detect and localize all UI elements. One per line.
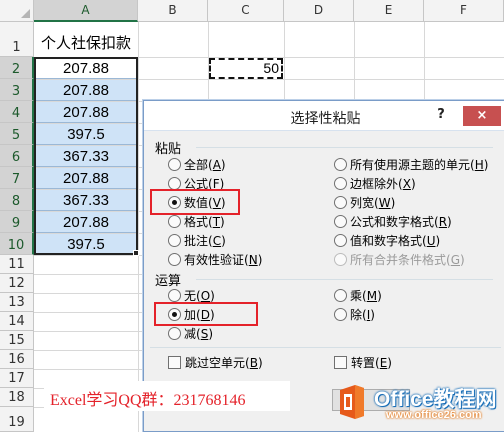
row-header-9[interactable]: 9 [0,211,34,233]
radio-op-multiply[interactable]: 乘(M) [334,287,382,305]
row-header-15[interactable]: 15 [0,331,34,350]
row-header-17[interactable]: 17 [0,369,34,388]
cell-a1[interactable]: 个人社保扣款 [35,31,137,55]
column-header-c[interactable]: C [208,0,284,22]
radio-paste-comments[interactable]: 批注(C) [168,232,226,250]
row-header-19[interactable]: 19 [0,407,34,432]
office-logo-url: www.office26.com [386,409,482,421]
column-header-b[interactable]: B [138,0,208,22]
paste-group-label: 粘贴 [155,142,182,157]
cell-a3[interactable]: 207.88 [35,80,137,101]
office-logo: Office教程网 www.office26.com [334,382,504,426]
row-header-10[interactable]: 10 [0,233,34,255]
cell-a2[interactable]: 207.88 [35,58,137,79]
radio-paste-formulas[interactable]: 公式(F) [168,175,224,193]
help-button[interactable]: ? [430,105,452,125]
close-button[interactable]: × [463,106,501,126]
row-header-13[interactable]: 13 [0,293,34,312]
row-header-2[interactable]: 2 [0,57,34,79]
radio-paste-column-widths[interactable]: 列宽(W) [334,194,395,212]
checkbox-transpose[interactable]: 转置(E) [334,354,392,372]
radio-paste-values-number-formats[interactable]: 值和数字格式(U) [334,232,440,250]
radio-op-divide[interactable]: 除(I) [334,306,375,324]
row-header-3[interactable]: 3 [0,79,34,101]
row-header-8[interactable]: 8 [0,189,34,211]
row-header-11[interactable]: 11 [0,255,34,274]
radio-paste-all[interactable]: 全部(A) [168,156,226,174]
row-header-6[interactable]: 6 [0,145,34,167]
select-all-triangle-icon [21,9,30,18]
office-logo-icon [340,385,364,419]
radio-op-add[interactable]: 加(D) [168,306,215,324]
row-header-18[interactable]: 18 [0,388,34,407]
radio-paste-except-borders[interactable]: 边框除外(X) [334,175,416,193]
cell-a6[interactable]: 367.33 [35,146,137,167]
cell-a4[interactable]: 207.88 [35,102,137,123]
cell-a7[interactable]: 207.88 [35,168,137,189]
cell-a9[interactable]: 207.88 [35,212,137,233]
column-header-d[interactable]: D [284,0,354,22]
row-header-5[interactable]: 5 [0,123,34,145]
dialog-separator [150,347,501,348]
radio-paste-validation[interactable]: 有效性验证(N) [168,251,262,269]
column-header-f[interactable]: F [424,0,504,22]
row-header-1[interactable]: 1 [0,22,34,57]
row-header-4[interactable]: 4 [0,101,34,123]
row-header-7[interactable]: 7 [0,167,34,189]
cell-c2[interactable]: 50 [209,60,281,76]
row-header-14[interactable]: 14 [0,312,34,331]
column-header-a[interactable]: A [34,0,138,22]
dialog-title-bar[interactable]: 选择性粘贴 ? × [144,101,504,131]
cell-a8[interactable]: 367.33 [35,190,137,211]
radio-paste-formats[interactable]: 格式(T) [168,213,225,231]
select-all-corner[interactable] [0,0,34,22]
operation-group-line [196,279,493,280]
radio-paste-formulas-number-formats[interactable]: 公式和数字格式(R) [334,213,452,231]
qq-group-banner: Excel学习QQ群：231768146 [44,381,290,411]
cell-a10[interactable]: 397.5 [35,234,137,255]
row-header-16[interactable]: 16 [0,350,34,369]
row-header-12[interactable]: 12 [0,274,34,293]
radio-paste-values[interactable]: 数值(V) [168,194,226,212]
fill-handle[interactable] [133,250,139,256]
paste-group-line [196,147,493,148]
radio-op-none[interactable]: 无(O) [168,287,215,305]
radio-op-subtract[interactable]: 减(S) [168,325,213,343]
column-header-e[interactable]: E [354,0,424,22]
radio-paste-merge-conditional: 所有合并条件格式(G) [334,251,465,269]
qq-group-text: Excel学习QQ群：231768146 [50,392,246,409]
cell-a5[interactable]: 397.5 [35,124,137,145]
radio-paste-source-theme[interactable]: 所有使用源主题的单元(H) [334,156,488,174]
checkbox-skip-blanks[interactable]: 跳过空单元(B) [168,354,263,372]
